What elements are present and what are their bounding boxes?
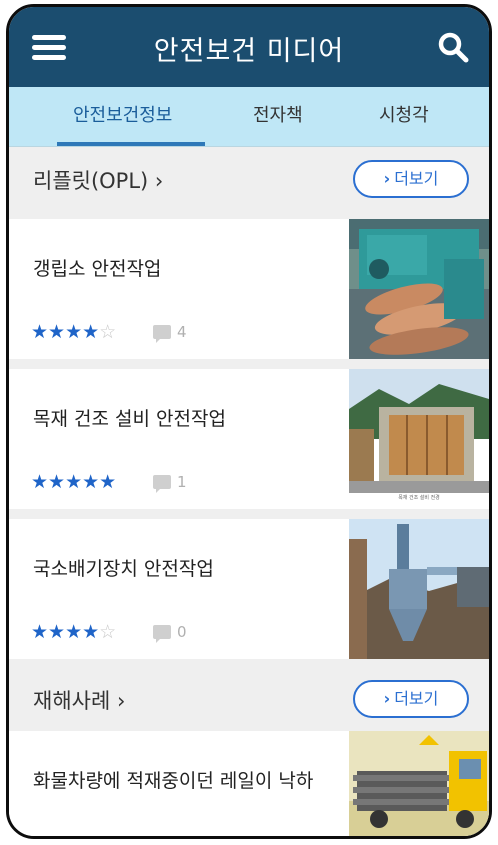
section-title-accident-cases[interactable]: 재해사례 ›: [33, 685, 125, 715]
section-header-leaflet: 리플릿(OPL) › › 더보기: [9, 149, 489, 209]
phone-frame: 안전보건 미디어 안전보건정보 전자책 시청각 리플릿(OPL) › › 더보기 …: [6, 4, 492, 839]
item-title: 국소배기장치 안전작업: [33, 558, 214, 580]
more-button-label: 더보기: [394, 169, 439, 188]
wood-dryer-photo: 목재 건조 설비 전경: [349, 369, 489, 509]
item-title: 화물차량에 적재중이던 레일이 낙하: [33, 770, 314, 792]
item-title: 목재 건조 설비 안전작업: [33, 408, 226, 430]
app-bar: 안전보건 미디어: [9, 7, 489, 87]
exhaust-system-photo: [349, 519, 489, 659]
comment-icon: [153, 475, 171, 493]
star-rating: ★★★★★: [31, 471, 117, 493]
chevron-right-icon: ›: [383, 169, 391, 188]
chevron-right-icon: ›: [383, 689, 391, 708]
tab-bar: 안전보건정보 전자책 시청각: [9, 87, 489, 147]
machine-photo: [349, 219, 489, 359]
thumb-caption: 목재 건조 설비 전경: [398, 495, 440, 501]
list-item[interactable]: 갱립소 안전작업 ★★★★☆ 4: [9, 219, 489, 359]
section-header-accident-cases: 재해사례 › › 더보기: [9, 669, 489, 729]
star-rating: ★★★★☆: [31, 621, 117, 643]
list-item[interactable]: 국소배기장치 안전작업 ★★★★☆ 0: [9, 519, 489, 659]
section-title-leaflet[interactable]: 리플릿(OPL) ›: [33, 165, 163, 195]
comment-count: 4: [153, 323, 187, 343]
search-icon[interactable]: [435, 29, 471, 65]
comment-count: 1: [153, 473, 187, 493]
tab-ebook[interactable]: 전자책: [253, 101, 303, 127]
comment-count: 0: [153, 623, 187, 643]
truck-illustration: [349, 731, 489, 836]
app-title: 안전보건 미디어: [153, 36, 345, 67]
list-item[interactable]: 화물차량에 적재중이던 레일이 낙하 1: [9, 731, 489, 836]
item-title: 갱립소 안전작업: [33, 258, 162, 280]
list-item[interactable]: 목재 건조 설비 안전작업 ★★★★★ 1 목재 건조 설비 전경: [9, 369, 489, 509]
comment-icon: [153, 325, 171, 343]
more-button-leaflet[interactable]: › 더보기: [353, 160, 469, 198]
tab-audiovisual[interactable]: 시청각: [379, 101, 429, 127]
more-button-accident-cases[interactable]: › 더보기: [353, 680, 469, 718]
star-rating: ★★★★☆: [31, 321, 117, 343]
active-tab-indicator: [57, 142, 205, 146]
tab-safety-info[interactable]: 안전보건정보: [73, 101, 172, 127]
comment-icon: [153, 625, 171, 643]
more-button-label: 더보기: [394, 689, 439, 708]
